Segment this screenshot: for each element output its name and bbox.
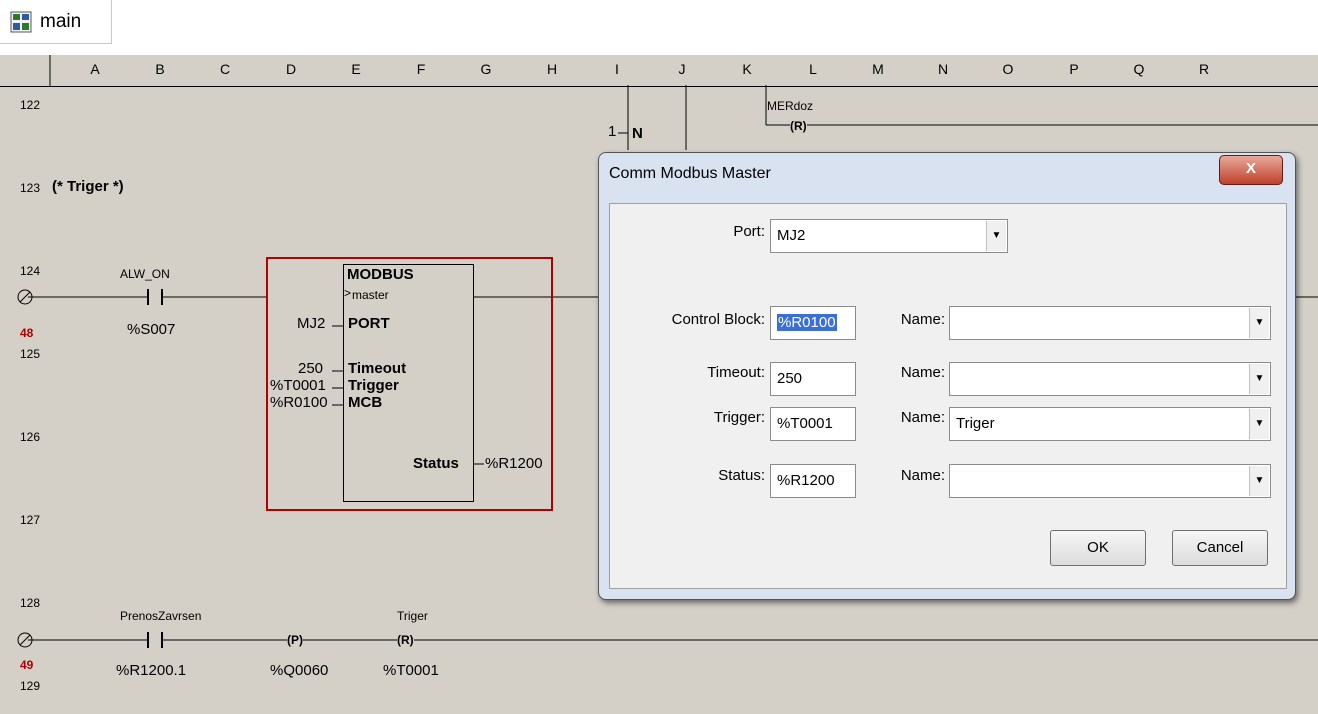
chevron-down-icon[interactable]: ▼ [986,221,1006,251]
reset-coil[interactable]: (R) [790,119,807,133]
ok-button[interactable]: OK [1050,530,1146,566]
contact-address: %R1200.1 [116,662,187,679]
counter-value: 1 [608,123,617,140]
comm-modbus-master-dialog: Comm Modbus Master X Port: MJ2 ▼ Control… [598,152,1296,600]
timeout-name-select[interactable]: ▼ [949,362,1271,396]
coil-address: %Q0060 [270,662,329,679]
name-label: Name: [900,364,945,381]
reset-coil[interactable]: (R) [397,633,414,647]
contact-name: PrenosZavrsen [120,609,202,623]
fb-output-stub [473,463,484,465]
port-label: Port: [733,223,765,240]
rung-marker-icon [17,289,33,305]
contact-address: %S007 [127,321,176,338]
chevron-down-icon[interactable]: ▼ [1249,409,1269,439]
trigger-name-select[interactable]: Triger ▼ [949,407,1271,441]
chevron-down-icon[interactable]: ▼ [1249,466,1269,496]
fb-mcb-input: %R0100 [270,394,328,411]
tab-bar: main [0,0,1318,55]
name-label: Name: [900,311,945,328]
fb-status-pin: Status [413,455,459,472]
n-pin: N [632,125,643,142]
fb-input-stubs [332,325,343,406]
chevron-down-icon[interactable]: ▼ [1249,364,1269,394]
tab-main[interactable]: main [0,0,112,44]
fb-subtitle: master [352,288,389,302]
trigger-label: Trigger: [713,409,765,426]
rung-comment: (* Triger *) [52,178,124,195]
contact-name: ALW_ON [120,267,170,281]
dialog-title: Comm Modbus Master [609,165,771,182]
fb-mcb-pin: MCB [348,394,383,411]
fb-port-pin: PORT [348,315,390,332]
tab-label: main [40,11,82,32]
chevron-down-icon[interactable]: ▼ [1249,308,1269,338]
coil-name: Triger [397,609,428,623]
status-label: Status: [718,467,765,484]
fb-status-output: %R1200 [485,455,543,472]
control-block-label: Control Block: [671,311,765,328]
fb-trigger-input: %T0001 [270,377,326,394]
status-name-select[interactable]: ▼ [949,464,1271,498]
fb-trigger-pin: Trigger [348,377,399,394]
dialog-body: Port: MJ2 ▼ Control Block: %R0100 Name: … [609,203,1287,589]
port-value: MJ2 [777,227,806,244]
normally-open-contact-icon[interactable] [135,287,175,307]
name-label: Name: [900,467,945,484]
close-button[interactable]: X [1219,155,1283,185]
ladder-program-icon [10,11,32,33]
normally-open-contact-icon[interactable] [135,630,175,650]
trigger-name-value: Triger [956,415,995,432]
fb-title: MODBUS [347,266,414,283]
fb-timeout-input: 250 [298,360,324,377]
name-label: Name: [900,409,945,426]
control-block-name-select[interactable]: ▼ [949,306,1271,340]
cancel-button[interactable]: Cancel [1172,530,1268,566]
rung-marker-icon [17,632,33,648]
edge-trigger-icon: > [344,286,352,300]
pulse-coil[interactable]: (P) [287,633,303,647]
timeout-label: Timeout: [707,364,765,381]
fb-timeout-pin: Timeout [348,360,407,377]
coil-address: %T0001 [383,662,439,679]
port-select[interactable]: MJ2 ▼ [770,219,1008,253]
coil-name: MERdoz [767,99,814,113]
